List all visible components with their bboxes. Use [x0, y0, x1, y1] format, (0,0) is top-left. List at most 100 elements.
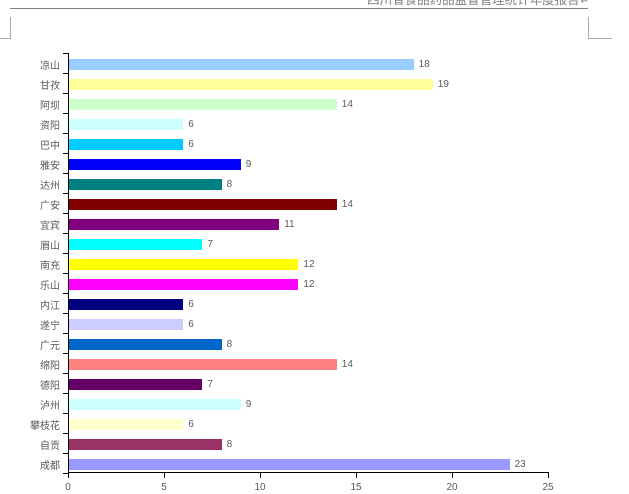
bar[interactable] [68, 59, 414, 70]
value-label: 6 [188, 117, 194, 130]
y-axis-tick [63, 93, 68, 94]
y-axis-tick [63, 393, 68, 394]
bar[interactable] [68, 299, 183, 310]
category-label: 宜宾 [0, 215, 68, 232]
x-axis-tick-label: 10 [248, 482, 272, 493]
bar[interactable] [68, 159, 241, 170]
value-label: 8 [227, 337, 233, 350]
bar[interactable] [68, 439, 222, 450]
bar[interactable] [68, 199, 337, 210]
y-axis-tick [63, 333, 68, 334]
x-axis-tick-label: 20 [440, 482, 464, 493]
document-page: 四川省食品药品监督管理统计年度报告↵ 凉山18甘孜19阿坝14资阳6巴中6雅安9… [0, 0, 629, 494]
y-axis-tick [63, 73, 68, 74]
category-label: 遂宁 [0, 315, 68, 332]
bar[interactable] [68, 79, 433, 90]
value-label: 14 [342, 357, 353, 370]
y-axis-tick [63, 253, 68, 254]
bar[interactable] [68, 139, 183, 150]
value-label: 12 [303, 257, 314, 270]
y-axis-tick [63, 53, 68, 54]
bar[interactable] [68, 279, 298, 290]
y-axis-tick [63, 413, 68, 414]
bar[interactable] [68, 419, 183, 430]
x-axis-tick-label: 15 [344, 482, 368, 493]
bar[interactable] [68, 239, 202, 250]
bar[interactable] [68, 219, 279, 230]
x-axis-tick-label: 5 [152, 482, 176, 493]
bar-row: 绵阳 14 [0, 353, 629, 373]
bar-row: 巴中6 [0, 133, 629, 153]
category-label: 达州 [0, 175, 68, 192]
bar-row: 攀枝花 6 [0, 413, 629, 433]
bar[interactable] [68, 99, 337, 110]
y-axis-tick [63, 113, 68, 114]
value-label: 6 [188, 137, 194, 150]
y-axis-tick [63, 453, 68, 454]
category-label: 成都 [0, 455, 68, 472]
category-label: 德阳 [0, 375, 68, 392]
y-axis-tick [63, 213, 68, 214]
category-label: 绵阳 [0, 355, 68, 372]
value-label: 11 [284, 217, 294, 230]
x-axis-tick [68, 472, 69, 478]
category-label: 广安 [0, 195, 68, 212]
bar-row: 南充12 [0, 253, 629, 273]
value-label: 19 [438, 77, 449, 90]
x-axis [68, 472, 549, 473]
x-axis-tick [356, 472, 357, 478]
y-axis-tick [63, 193, 68, 194]
category-label: 泸州 [0, 395, 68, 412]
category-label: 阿坝 [0, 95, 68, 112]
value-label: 14 [342, 97, 353, 110]
value-label: 6 [188, 297, 194, 310]
x-axis-tick-label: 25 [536, 482, 560, 493]
bar-row: 资阳6 [0, 113, 629, 133]
bar-chart[interactable]: 凉山18甘孜19阿坝14资阳6巴中6雅安9达州8广安14宜宾11眉山7南充12乐… [0, 0, 629, 494]
category-label: 内江 [0, 295, 68, 312]
bar[interactable] [68, 339, 222, 350]
bar-row: 达州8 [0, 173, 629, 193]
bar[interactable] [68, 119, 183, 130]
value-label: 7 [207, 237, 213, 250]
bar[interactable] [68, 359, 337, 370]
bar-row: 成都23 [0, 453, 629, 473]
bar[interactable] [68, 259, 298, 270]
bar-row: 宜宾 11 [0, 213, 629, 233]
value-label: 6 [188, 417, 194, 430]
category-label: 甘孜 [0, 75, 68, 92]
y-axis-tick [63, 153, 68, 154]
bar-row: 凉山18 [0, 53, 629, 73]
bar[interactable] [68, 319, 183, 330]
value-label: 8 [227, 437, 233, 450]
y-axis-tick [63, 133, 68, 134]
y-axis-tick [63, 293, 68, 294]
x-axis-tick [452, 472, 453, 478]
bar-row: 甘孜 19 [0, 73, 629, 93]
bar[interactable] [68, 459, 510, 470]
value-label: 12 [303, 277, 314, 290]
y-axis [68, 53, 69, 473]
y-axis-tick [63, 373, 68, 374]
y-axis-tick [63, 353, 68, 354]
value-label: 9 [246, 157, 252, 170]
y-axis-tick [63, 273, 68, 274]
y-axis-tick [63, 173, 68, 174]
x-axis-tick [164, 472, 165, 478]
bar[interactable] [68, 399, 241, 410]
bar-row: 德阳 7 [0, 373, 629, 393]
category-label: 广元 [0, 335, 68, 352]
category-label: 乐山 [0, 275, 68, 292]
x-axis-tick [548, 472, 549, 478]
bar-row: 阿坝 14 [0, 93, 629, 113]
category-label: 眉山 [0, 235, 68, 252]
y-axis-tick [63, 313, 68, 314]
bar[interactable] [68, 379, 202, 390]
bar[interactable] [68, 179, 222, 190]
value-label: 18 [419, 57, 430, 70]
bar-row: 自贡8 [0, 433, 629, 453]
value-label: 7 [207, 377, 213, 390]
category-label: 攀枝花 [0, 415, 68, 432]
bar-row: 眉山 7 [0, 233, 629, 253]
bar-row: 乐山 12 [0, 273, 629, 293]
